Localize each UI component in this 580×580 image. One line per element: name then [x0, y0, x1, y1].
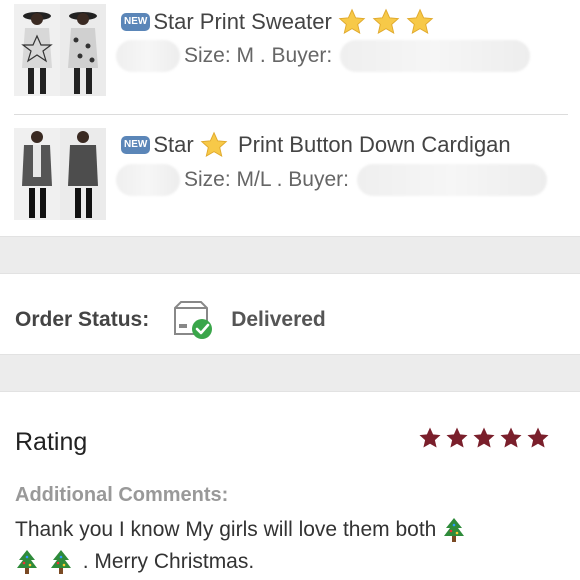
rating-star-icon — [527, 427, 549, 448]
christmas-tree-icon — [17, 550, 37, 575]
product-title-text: Star — [153, 132, 194, 158]
redacted-block — [116, 164, 180, 196]
product-title-text: Print Button Down Cardigan — [237, 132, 511, 158]
size-buyer-text: Size: M . Buyer: — [184, 44, 333, 67]
star-emoji-icon — [372, 8, 400, 35]
star-emoji-icon — [200, 131, 228, 158]
redacted-buyer — [340, 40, 531, 72]
product-meta: Size: M . Buyer: — [116, 40, 531, 72]
order-item[interactable]: NEW Star Print Sweater Size: M . Buyer: — [0, 0, 580, 114]
redacted-block — [116, 40, 180, 72]
order-status-row: Order Status: Delivered — [15, 300, 326, 340]
rating-star-icon — [419, 427, 441, 448]
order-item[interactable]: NEW Star Print Button Down Cardigan Size:… — [0, 120, 580, 234]
section-separator — [0, 236, 580, 274]
star-emoji-icon — [338, 8, 366, 35]
christmas-tree-icon — [50, 550, 71, 575]
rating-stars — [418, 426, 550, 450]
comments-line-2: . Merry Christmas. — [82, 550, 255, 573]
product-title-text: Star Print Sweater — [153, 9, 332, 35]
product-meta: Size: M/L . Buyer: — [116, 164, 547, 196]
order-status-label: Order Status: — [15, 308, 150, 331]
product-title[interactable]: NEW Star Print Sweater — [121, 8, 434, 36]
rating-title: Rating — [15, 428, 88, 456]
product-title[interactable]: NEW Star Print Button Down Cardigan — [121, 131, 511, 159]
box-check-icon — [174, 301, 213, 339]
rating-star-icon — [446, 427, 468, 448]
new-badge: NEW — [121, 13, 151, 32]
star-emoji-icon — [406, 8, 434, 35]
redacted-buyer — [356, 164, 547, 196]
rating-star-icon — [473, 427, 495, 448]
item-divider — [14, 114, 568, 115]
rating-star-icon — [500, 427, 522, 448]
new-badge: NEW — [121, 136, 151, 155]
section-separator — [0, 354, 580, 392]
product-thumbnail[interactable] — [14, 128, 106, 220]
order-status-value: Delivered — [231, 308, 326, 331]
comments-line-1: Thank you I know My girls will love them… — [15, 518, 437, 541]
comments-label: Additional Comments: — [15, 484, 229, 506]
product-thumbnail[interactable] — [14, 4, 106, 96]
christmas-tree-icon — [444, 518, 465, 543]
size-buyer-text: Size: M/L . Buyer: — [184, 168, 349, 191]
comments-text: Thank you I know My girls will love them… — [15, 514, 575, 578]
